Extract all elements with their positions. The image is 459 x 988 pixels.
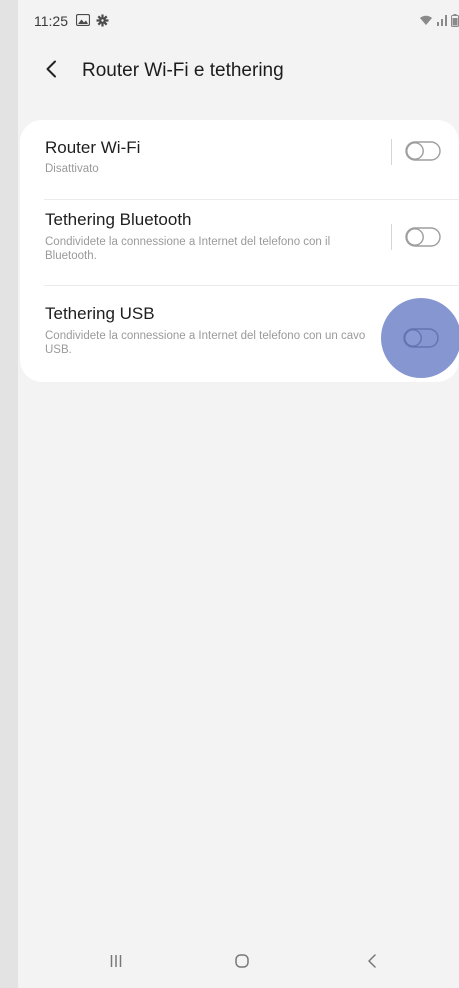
navigation-bar [18, 940, 459, 988]
bluetooth-tethering-row[interactable]: Tethering Bluetooth Condividete la conne… [20, 200, 459, 286]
status-time: 11:25 [34, 13, 68, 29]
page-title: Router Wi-Fi e tethering [82, 60, 284, 81]
status-system-icons [419, 14, 459, 27]
recents-button[interactable] [96, 948, 136, 978]
usb-tethering-title: Tethering USB [45, 304, 155, 323]
status-bar: 11:25 [18, 0, 459, 44]
recents-icon [109, 954, 123, 973]
router-wifi-toggle[interactable] [405, 141, 441, 161]
usb-tethering-toggle[interactable] [403, 328, 439, 348]
router-wifi-title: Router Wi-Fi [45, 138, 141, 157]
router-wifi-status: Disattivato [45, 163, 99, 175]
signal-icon [436, 14, 448, 27]
router-wifi-row[interactable]: Router Wi-Fi Disattivato [20, 120, 459, 200]
wifi-icon [419, 14, 433, 27]
app-bar: Router Wi-Fi e tethering [18, 50, 459, 94]
gear-icon [96, 14, 109, 27]
status-notification-icons [76, 14, 109, 27]
row-separator [391, 139, 392, 165]
nav-back-button[interactable] [352, 948, 392, 978]
back-icon [367, 953, 377, 973]
bluetooth-tethering-description: Condividete la connessione a Internet de… [45, 236, 331, 262]
bluetooth-tethering-title: Tethering Bluetooth [45, 210, 192, 229]
usb-tethering-description: Condividete la connessione a Internet de… [45, 330, 366, 356]
gallery-icon [76, 14, 90, 27]
bluetooth-tethering-toggle[interactable] [405, 227, 441, 247]
android-screen: 11:25 Router Wi-Fi e tethering Router Wi… [18, 0, 459, 988]
battery-icon [451, 14, 459, 27]
chevron-left-icon [45, 60, 57, 83]
row-separator [391, 224, 392, 250]
back-button[interactable] [36, 56, 66, 86]
home-icon [234, 953, 250, 974]
home-button[interactable] [222, 948, 262, 978]
